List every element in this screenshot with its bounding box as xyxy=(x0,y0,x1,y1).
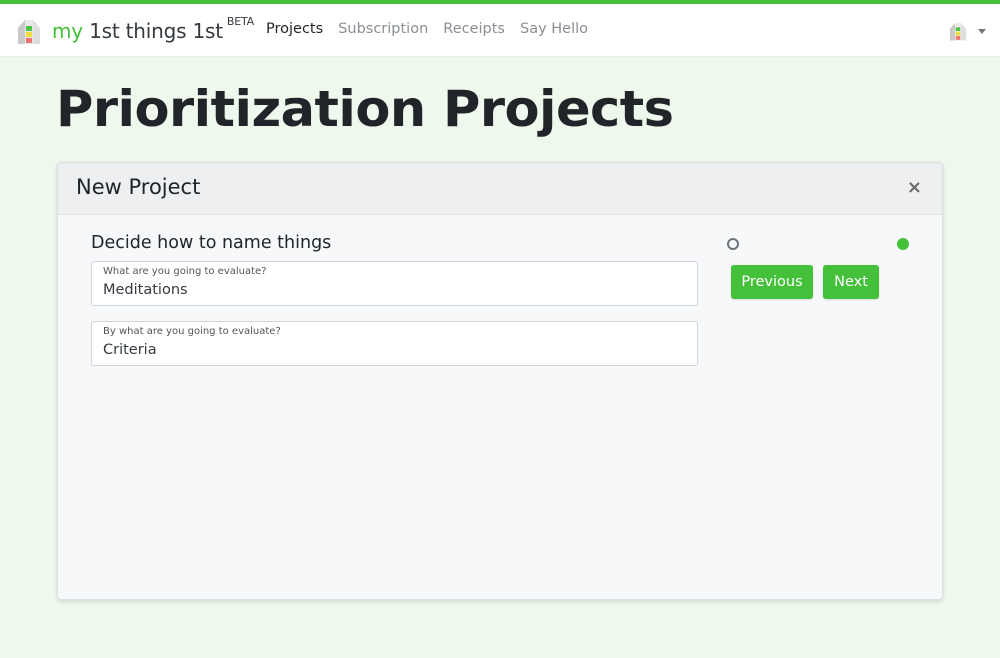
evaluate-items-field[interactable]: What are you going to evaluate? xyxy=(91,261,698,306)
nav-item-subscription[interactable]: Subscription xyxy=(338,21,428,37)
evaluate-criteria-input[interactable] xyxy=(103,342,683,358)
user-avatar-icon xyxy=(949,22,967,41)
step-heading: Decide how to name things xyxy=(91,233,332,253)
navbar: my 1st things 1st BETA Projects Subscript… xyxy=(0,4,1000,57)
brand-link[interactable]: my 1st things 1st BETA xyxy=(16,15,254,46)
step-indicator-2-active[interactable] xyxy=(897,238,909,250)
caret-down-icon xyxy=(978,28,986,34)
modal-title: New Project xyxy=(76,175,201,199)
nav-item-say-hello[interactable]: Say Hello xyxy=(520,21,588,37)
evaluate-criteria-label: By what are you going to evaluate? xyxy=(103,326,281,337)
brand-prefix: my xyxy=(52,19,83,43)
new-project-modal: New Project × Decide how to name things … xyxy=(57,162,943,600)
user-menu-dropdown[interactable] xyxy=(948,20,986,42)
evaluate-items-input[interactable] xyxy=(103,282,683,298)
nav-links: Projects Subscription Receipts Say Hello xyxy=(266,21,588,37)
brand-title: 1st things 1st xyxy=(82,19,223,43)
evaluate-criteria-field[interactable]: By what are you going to evaluate? xyxy=(91,321,698,366)
brand-name: my 1st things 1st BETA xyxy=(52,15,254,43)
next-button[interactable]: Next xyxy=(823,265,879,299)
evaluate-items-label: What are you going to evaluate? xyxy=(103,266,267,277)
previous-button[interactable]: Previous xyxy=(731,265,813,299)
step-indicator-1[interactable] xyxy=(727,238,739,250)
house-logo-icon xyxy=(18,20,40,44)
page-title: Prioritization Projects xyxy=(56,80,674,138)
close-icon[interactable]: × xyxy=(907,178,922,198)
modal-header: New Project × xyxy=(58,163,942,215)
beta-badge: BETA xyxy=(226,15,254,28)
nav-item-projects[interactable]: Projects xyxy=(266,21,323,37)
nav-item-receipts[interactable]: Receipts xyxy=(443,21,505,37)
